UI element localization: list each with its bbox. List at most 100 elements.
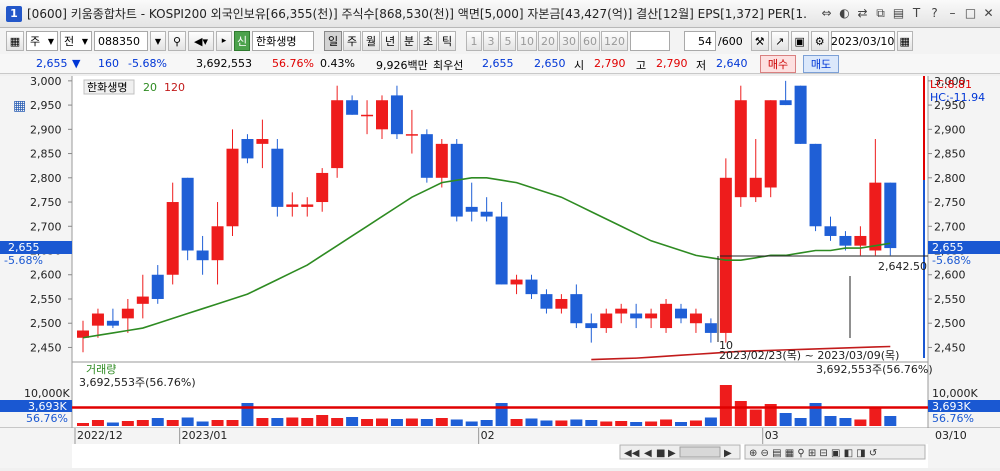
font-icon[interactable]: T [909,5,924,21]
lock-icon[interactable]: ▤ [891,5,906,21]
interval-button[interactable]: 5 [500,31,516,51]
candle-body[interactable] [181,177,194,251]
speaker-icon[interactable]: ◀▾ [188,31,214,51]
period-button[interactable]: 초 [419,31,437,51]
play-back-icon[interactable]: ◀ [644,448,652,459]
candle-body[interactable] [196,250,209,261]
interval-button[interactable]: 30 [559,31,579,51]
candle-body[interactable] [749,177,762,198]
candle-body[interactable] [495,216,508,285]
candle-body[interactable] [854,235,867,246]
candle-body[interactable] [675,308,687,319]
candle-body[interactable] [719,177,732,333]
rewind-icon[interactable]: ◀◀ [624,448,640,459]
period-button[interactable]: 틱 [438,31,456,51]
candle-body[interactable] [465,206,478,212]
candle-body[interactable] [166,202,179,275]
candle-body[interactable] [331,100,344,169]
candle-body[interactable] [525,279,538,295]
candle-body[interactable] [136,296,149,304]
candle-body[interactable] [151,274,164,299]
candle-body[interactable] [704,323,717,333]
candle-body[interactable] [480,211,493,217]
save-icon[interactable]: ▣ [790,31,809,51]
candle-body[interactable] [869,182,882,251]
share-icon[interactable]: ⇄ [855,5,870,21]
candle-body[interactable] [600,313,613,329]
candle-body[interactable] [91,313,104,326]
period-button[interactable]: 주 [343,31,361,51]
candle-body[interactable] [211,226,224,261]
buy-button[interactable]: 매수 [760,55,796,73]
mode-select[interactable]: 전 ▼ [60,31,92,51]
candle-body[interactable] [510,279,523,285]
interval-button[interactable]: 20 [538,31,558,51]
link-icon[interactable]: ⇔ [819,5,834,21]
period-button[interactable]: 년 [381,31,399,51]
grid-menu-icon[interactable]: ▦ [6,31,24,51]
count-input[interactable]: 54 [684,31,716,51]
candle-body[interactable] [779,100,792,106]
stock-code-input[interactable]: 088350 [94,31,148,51]
interval-button[interactable]: 60 [580,31,600,51]
candle-body[interactable] [271,148,284,207]
search-icon[interactable]: ⚲ [168,31,186,51]
stop-icon[interactable]: ■ [656,448,665,459]
table-view-icon[interactable]: ▦ [13,98,26,114]
candle-body[interactable] [839,235,852,246]
pin-icon[interactable]: ◐ [837,5,852,21]
history-button[interactable]: ▸ [216,31,232,51]
close-icon[interactable]: ✕ [981,5,996,21]
candle-body[interactable] [570,294,583,324]
candle-body[interactable] [809,143,822,227]
interval-button[interactable]: 3 [483,31,499,51]
indicator-icon[interactable]: ⚒ [750,31,769,51]
tool-icons[interactable]: ⊕ ⊖ ▤ ▦ ⚲ ⊞ ⊟ ▣ ◧ ◨ ↺ [749,448,877,459]
period-button[interactable]: 분 [400,31,418,51]
candle-body[interactable] [540,294,553,309]
scroll-track[interactable] [679,446,721,458]
interval-button[interactable]: 120 [601,31,628,51]
candle-body[interactable] [361,114,374,117]
candle-body[interactable] [660,303,673,329]
interval-button[interactable]: 1 [466,31,482,51]
interval-button[interactable]: 10 [517,31,537,51]
candle-body[interactable] [734,100,747,198]
candle-body[interactable] [884,182,897,249]
sell-button[interactable]: 매도 [803,55,839,73]
candle-body[interactable] [376,100,388,130]
date-input[interactable]: 2023/03/10 [830,31,895,51]
candle-body[interactable] [316,172,329,203]
candle-body[interactable] [241,139,254,159]
price-chart[interactable]: ▦ 3,000 3,0002,950 2,9502,900 2,9002,850 2,8… [0,75,1000,468]
candle-body[interactable] [121,308,134,319]
candle-body[interactable] [226,148,239,227]
minimize-icon[interactable]: – [945,5,960,21]
candle-body[interactable] [256,139,269,144]
maximize-icon[interactable]: □ [963,5,978,21]
candle-body[interactable] [645,313,658,319]
candle-body[interactable] [555,298,568,309]
candle-body[interactable] [106,320,119,326]
candle-body[interactable] [824,226,837,236]
draw-tool-icon[interactable]: ↗ [770,31,789,51]
candle-body[interactable] [764,100,777,188]
candle-body[interactable] [435,143,448,178]
candle-body[interactable] [346,100,359,115]
candle-body[interactable] [689,313,702,324]
candle-body[interactable] [630,313,643,319]
forward-icon[interactable]: ▶ [724,448,732,459]
play-icon[interactable]: ▶ [668,448,676,459]
stock-dropdown-button[interactable]: ▼ [150,31,166,51]
period-button[interactable]: 일 [324,31,342,51]
candle-body[interactable] [405,134,418,136]
period-button[interactable]: 월 [362,31,380,51]
interval-input[interactable] [630,31,670,51]
gear-icon[interactable]: ⚙ [810,31,829,51]
window-copy-icon[interactable]: ⧉ [873,5,888,21]
help-icon[interactable]: ? [927,5,942,21]
candle-body[interactable] [615,308,628,314]
market-select[interactable]: 주 ▼ [26,31,58,51]
candle-body[interactable] [420,134,433,178]
candle-body[interactable] [794,85,807,144]
